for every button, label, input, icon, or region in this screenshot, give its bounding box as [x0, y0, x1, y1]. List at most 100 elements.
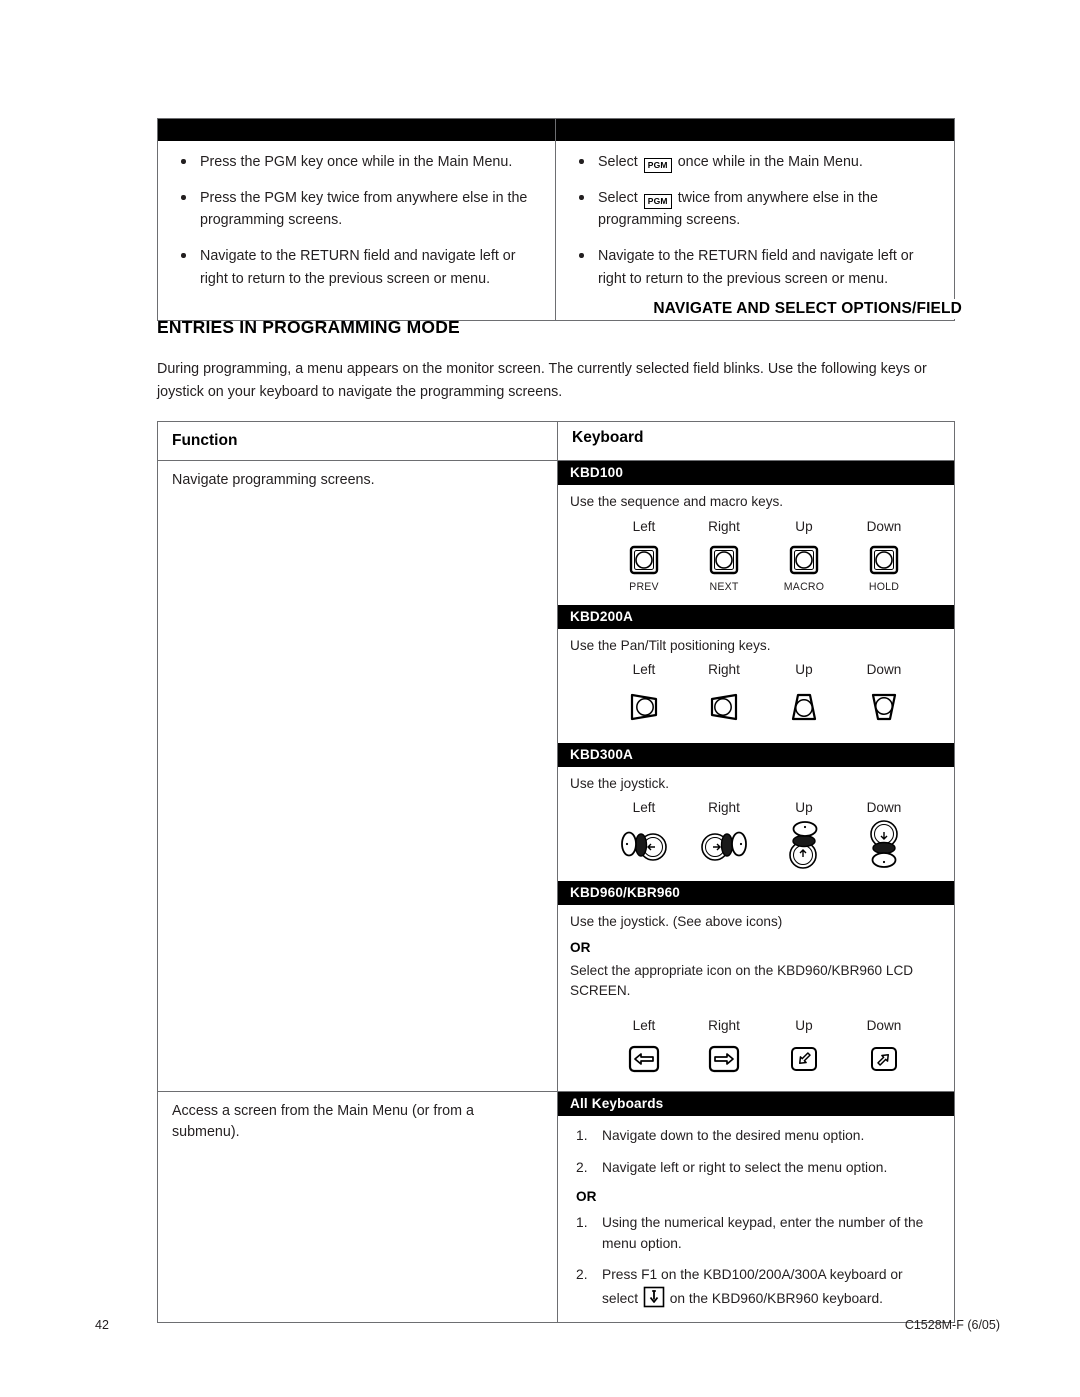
pgm-key-icon: PGM [643, 193, 672, 210]
direction-column-up: Up MACRO [764, 519, 844, 593]
continued-right-bullet-list: Select PGM once while in the Main Menu. … [570, 151, 940, 290]
list-item-text-before: Select [598, 190, 638, 207]
key-sublabel: MACRO [783, 580, 825, 593]
direction-grid-kbd100: Left PREV Right NEXT Up MACRO Down HOLD [570, 519, 942, 593]
direction-label: Down [866, 1017, 902, 1033]
direction-column-down: Down HOLD [844, 519, 924, 593]
direction-column-left: Left [604, 800, 684, 869]
list-item-text-after: on the KBD960/KBR960 keyboard. [669, 1291, 883, 1307]
panel-body-kbd960: Use the joystick. (See above icons) OR S… [558, 905, 954, 1090]
list-item: Navigate down to the desired menu option… [576, 1126, 865, 1147]
continued-left-bullet-list: Press the PGM key once while in the Main… [172, 151, 541, 290]
direction-label: Left [632, 800, 656, 816]
direction-column-right: Right [684, 800, 764, 869]
steps-list-primary: Navigate down to the desired menu option… [570, 1126, 942, 1179]
column-header-function: Function [158, 422, 558, 461]
panel-title-kbd960: KBD960/KBR960 [558, 881, 954, 906]
running-head: NAVIGATE AND SELECT OPTIONS/FIELD [576, 299, 962, 319]
column-header-keyboard: Keyboard [572, 429, 644, 446]
round-button-icon [764, 540, 844, 580]
table-header-row: Function Keyboard [158, 422, 954, 462]
lcd-arrow-down-boxed-icon[interactable] [643, 1286, 665, 1308]
round-button-icon [844, 540, 924, 580]
list-item: Select PGM twice from anywhere else in t… [570, 187, 940, 231]
document-page: Press the PGM key once while in the Main… [0, 0, 1080, 1397]
pan-left-key-icon [604, 683, 684, 731]
key-sublabel: NEXT [709, 580, 739, 593]
direction-column-right: Right NEXT [684, 519, 764, 593]
list-item-text-before: Select [598, 154, 638, 170]
table-row: Navigate programming screens. KBD100 Use… [158, 461, 954, 1091]
list-item: Using the numerical keypad, enter the nu… [576, 1213, 924, 1251]
direction-label: Up [795, 800, 813, 816]
list-item: Press the PGM key once while in the Main… [172, 151, 541, 173]
lcd-arrow-up-icon[interactable] [764, 1039, 844, 1079]
direction-label: Down [866, 800, 902, 816]
panel-or-divider: OR [570, 939, 591, 955]
direction-column-left: Left [604, 1018, 684, 1079]
direction-label: Left [632, 1017, 656, 1033]
direction-grid-kbd300a: Left Right Up Down [570, 800, 942, 870]
direction-label: Right [708, 662, 740, 678]
direction-column-up: Up [764, 800, 844, 870]
continued-table-right-column: Select PGM once while in the Main Menu. … [556, 119, 954, 320]
table-row: Access a screen from the Main Menu (or f… [158, 1090, 954, 1323]
list-item: Navigate left or right to select the men… [576, 1158, 888, 1179]
keyboard-navigation-table: Function Keyboard Navigate programming s… [157, 421, 955, 1324]
page-title: ENTRIES IN PROGRAMMING MODE [157, 317, 460, 337]
direction-label: Left [632, 662, 656, 678]
lcd-arrow-right-icon[interactable] [684, 1039, 764, 1079]
direction-label: Up [795, 518, 813, 534]
continued-table: Press the PGM key once while in the Main… [157, 118, 955, 321]
panel-title-all-keyboards: All Keyboards [558, 1091, 954, 1116]
direction-label: Down [866, 662, 902, 678]
direction-label: Up [795, 1017, 813, 1033]
list-item: Press F1 on the KBD100/200A/300A keyboar… [570, 1265, 942, 1310]
tilt-up-key-icon [764, 683, 844, 731]
panel-note: Use the joystick. [570, 776, 669, 792]
direction-grid-kbd960: Left Right Up Down [570, 1018, 942, 1079]
direction-column-down: Down [844, 800, 924, 869]
direction-label: Up [795, 662, 813, 678]
list-item-text-after: once while in the Main Menu. [677, 154, 863, 170]
panel-note: Use the sequence and macro keys. [570, 494, 784, 510]
direction-column-right: Right [684, 662, 764, 731]
joystick-right-icon [684, 821, 764, 869]
list-item: Navigate to the RETURN field and navigat… [172, 245, 541, 289]
continued-table-left-column: Press the PGM key once while in the Main… [158, 119, 556, 320]
list-item-text-after: twice from anywhere else in the programm… [598, 190, 878, 229]
direction-label: Right [708, 1017, 740, 1033]
row-function-cell: Access a screen from the Main Menu (or f… [158, 1091, 558, 1323]
lcd-arrow-left-icon[interactable] [604, 1039, 684, 1079]
continued-right-body: Select PGM once while in the Main Menu. … [556, 141, 954, 320]
joystick-down-icon [844, 820, 924, 869]
panel-note: Use the Pan/Tilt positioning keys. [570, 637, 771, 653]
direction-column-down: Down [844, 1018, 924, 1079]
pgm-key-icon: PGM [643, 157, 672, 173]
joystick-up-icon [764, 821, 844, 870]
panel-note-secondary: Select the appropriate icon on the KBD96… [570, 962, 914, 999]
direction-label: Right [708, 518, 740, 534]
direction-grid-kbd200a: Left Right Up Down [570, 662, 942, 731]
key-sublabel: PREV [629, 580, 659, 593]
panel-body-all-keyboards: Navigate down to the desired menu option… [558, 1116, 954, 1323]
panel-body-kbd200a: Use the Pan/Tilt positioning keys. Left [558, 629, 954, 743]
direction-label: Down [866, 518, 902, 534]
list-item: Select PGM once while in the Main Menu. [570, 151, 940, 173]
footer-document-id: C1528M-F (6/05) [904, 1318, 1000, 1332]
direction-column-up: Up [764, 1018, 844, 1079]
section-intro-text: During programming, a menu appears on th… [157, 361, 927, 401]
row-keyboard-cell: KBD100 Use the sequence and macro keys. … [558, 461, 954, 1090]
tilt-down-key-icon [844, 683, 924, 731]
panel-or-divider: OR [576, 1188, 597, 1204]
row-function-cell: Navigate programming screens. [158, 461, 558, 1091]
joystick-left-icon [604, 821, 684, 869]
lcd-arrow-down-icon[interactable] [844, 1039, 924, 1079]
key-sublabel: HOLD [868, 580, 900, 593]
panel-title-kbd200a: KBD200A [558, 604, 954, 629]
panel-body-kbd100: Use the sequence and macro keys. Left PR… [558, 485, 954, 604]
panel-note: Use the joystick. (See above icons) [570, 914, 783, 930]
table-header-band-left [158, 119, 555, 141]
direction-label: Left [632, 518, 656, 534]
round-button-icon [604, 540, 684, 580]
